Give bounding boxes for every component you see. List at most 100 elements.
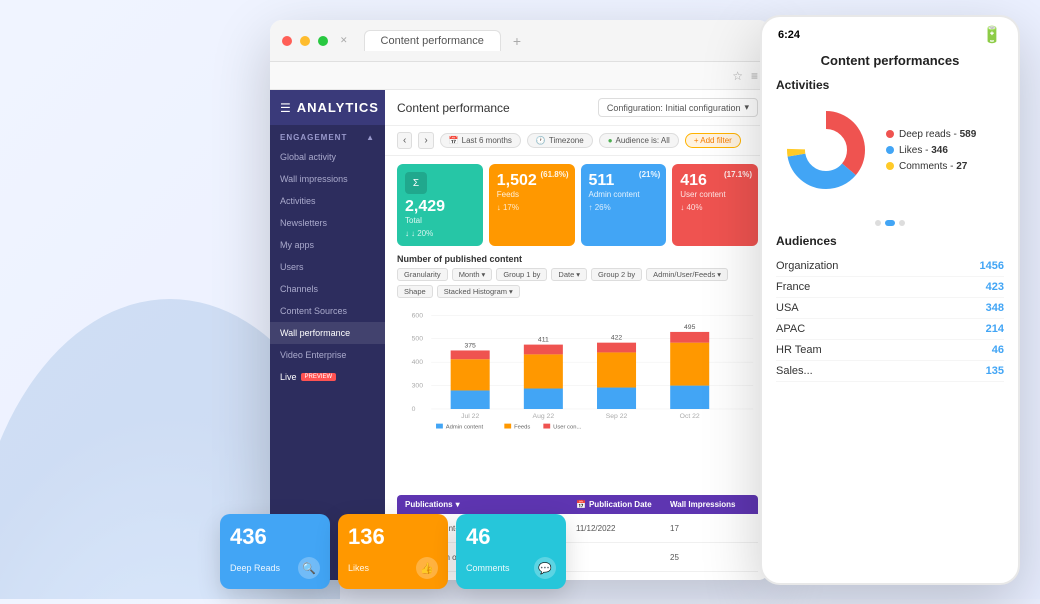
sidebar-item-newsletters[interactable]: Newsletters <box>270 212 385 234</box>
mobile-pagination <box>762 212 1018 234</box>
config-label: Configuration: Initial configuration <box>607 103 741 113</box>
config-badge[interactable]: Configuration: Initial configuration ▾ <box>598 98 758 117</box>
sidebar: ☰ Analytics ENGAGEMENT ▲ Global activity… <box>270 90 385 580</box>
calendar-icon: 📅 <box>449 136 459 145</box>
svg-text:Feeds: Feeds <box>514 425 530 431</box>
sidebar-item-my-apps[interactable]: My apps <box>270 234 385 256</box>
sidebar-item-live[interactable]: Live PREVIEW <box>270 366 385 388</box>
stat-sub-user: ↓ 40% <box>680 203 750 212</box>
sidebar-item-content-sources[interactable]: Content Sources <box>270 300 385 322</box>
deep-reads-dot <box>886 130 894 138</box>
audience-filter[interactable]: ● Audience is: All <box>599 133 679 148</box>
clock-icon: 🕐 <box>536 136 546 145</box>
audience-row-hr-team: HR Team 46 <box>776 340 1004 361</box>
mobile-activities-section: Activities Deep reads - 589 Likes <box>762 78 1018 200</box>
minimize-dot[interactable] <box>300 36 310 46</box>
td-impressions: 17 <box>670 524 750 533</box>
mobile-audiences-section: Audiences Organization 1456 France 423 U… <box>762 234 1018 382</box>
svg-text:600: 600 <box>412 312 424 319</box>
sidebar-header: ☰ Analytics <box>270 90 385 125</box>
menu-icon[interactable]: ≡ <box>751 69 758 83</box>
sidebar-item-wall-impressions[interactable]: Wall impressions <box>270 168 385 190</box>
sidebar-item-activities[interactable]: Activities <box>270 190 385 212</box>
th-publications: Publications ▾ <box>405 500 572 509</box>
donut-container: Deep reads - 589 Likes - 346 Comments - … <box>776 100 1004 200</box>
sidebar-item-video-enterprise[interactable]: Video Enterprise <box>270 344 385 366</box>
main-content: Content performance Configuration: Initi… <box>385 90 770 580</box>
table-header: Publications ▾ 📅 Publication Date Wall I… <box>397 495 758 514</box>
legend-comments: Comments - 27 <box>886 161 976 172</box>
last6months-filter[interactable]: 📅 Last 6 months <box>440 133 521 148</box>
audience-row-org: Organization 1456 <box>776 256 1004 277</box>
browser-chrome: ✕ Content performance + <box>270 20 770 62</box>
maximize-dot[interactable] <box>318 36 328 46</box>
stacked-ctrl[interactable]: Stacked Histogram ▾ <box>437 285 520 298</box>
shape-ctrl[interactable]: Shape <box>397 285 433 298</box>
granularity-ctrl[interactable]: Granularity <box>397 268 448 281</box>
group1-ctrl[interactable]: Group 1 by <box>496 268 547 281</box>
sidebar-item-users[interactable]: Users <box>270 256 385 278</box>
bottom-card-footer-deep-reads: Deep Reads 🔍 <box>230 557 320 579</box>
chart-controls: Granularity Month ▾ Group 1 by Date ▾ Gr <box>397 268 758 298</box>
likes-dot <box>886 146 894 154</box>
sidebar-item-global-activity[interactable]: Global activity <box>270 146 385 168</box>
app-layout: ☰ Analytics ENGAGEMENT ▲ Global activity… <box>270 90 770 580</box>
td-pub-date: 11/12/2022 <box>576 524 666 533</box>
admin-ctrl[interactable]: Admin/User/Feeds ▾ <box>646 268 728 281</box>
deep-reads-value: 436 <box>230 524 320 550</box>
page-title: Content performance <box>397 101 510 115</box>
svg-text:300: 300 <box>412 383 424 390</box>
preview-badge: PREVIEW <box>301 373 337 381</box>
tab-close-icon[interactable]: ✕ <box>340 35 348 46</box>
likes-icon: 👍 <box>416 557 438 579</box>
svg-text:411: 411 <box>538 337 549 344</box>
battery-icon: 🔋 <box>982 25 1002 45</box>
page-dot-3[interactable] <box>899 220 905 226</box>
sidebar-item-wall-performance[interactable]: Wall performance <box>270 322 385 344</box>
chart-area: 600 500 400 300 0 <box>397 304 758 434</box>
chart-section: Number of published content Granularity … <box>385 254 770 495</box>
audience-row-usa: USA 348 <box>776 298 1004 319</box>
likes-label: Likes <box>348 563 369 573</box>
chart-title: Number of published content <box>397 254 758 264</box>
sidebar-item-channels[interactable]: Channels <box>270 278 385 300</box>
legend-deep-reads: Deep reads - 589 <box>886 129 976 140</box>
month-ctrl[interactable]: Month ▾ <box>452 268 493 281</box>
sigma-icon: Σ <box>405 172 427 194</box>
bottom-card-footer-comments: Comments 💬 <box>466 557 556 579</box>
tab-label: Content performance <box>381 35 484 47</box>
timezone-filter[interactable]: 🕐 Timezone <box>527 133 593 148</box>
comments-value: 46 <box>466 524 556 550</box>
stat-card-feeds: (61.8%) 1,502 Feeds ↓ 17% <box>489 164 575 246</box>
page-dot-1[interactable] <box>875 220 881 226</box>
browser-tab[interactable]: Content performance <box>364 30 501 51</box>
browser-toolbar: ☆ ≡ <box>270 62 770 90</box>
add-filter-button[interactable]: + Add filter <box>685 133 741 148</box>
nav-prev-button[interactable]: ‹ <box>397 132 412 149</box>
stat-sub-feeds: ↓ 17% <box>497 203 567 212</box>
stat-card-user: (17.1%) 416 User content ↓ 40% <box>672 164 758 246</box>
svg-text:0: 0 <box>412 406 416 413</box>
comments-label: Comments <box>466 563 510 573</box>
sidebar-section-engagement: ENGAGEMENT ▲ <box>270 125 385 146</box>
group2-ctrl[interactable]: Group 2 by <box>591 268 642 281</box>
dot-icon: ● <box>608 136 613 145</box>
legend-likes: Likes - 346 <box>886 145 976 156</box>
bar-chart-svg: 600 500 400 300 0 <box>397 304 758 434</box>
star-icon[interactable]: ☆ <box>732 69 743 83</box>
nav-next-button[interactable]: › <box>418 132 433 149</box>
donut-chart <box>776 100 876 200</box>
svg-text:Sep 22: Sep 22 <box>606 413 628 420</box>
hamburger-icon[interactable]: ☰ <box>280 101 291 115</box>
donut-legend: Deep reads - 589 Likes - 346 Comments - … <box>886 129 976 172</box>
stat-sub-total: ↓ ↓ 20% <box>405 229 475 238</box>
main-header: Content performance Configuration: Initi… <box>385 90 770 126</box>
date-ctrl[interactable]: Date ▾ <box>551 268 587 281</box>
close-dot[interactable] <box>282 36 292 46</box>
page-dot-2[interactable] <box>885 220 895 226</box>
svg-text:495: 495 <box>684 324 696 331</box>
sidebar-title: Analytics <box>297 100 379 115</box>
deep-reads-icon: 🔍 <box>298 557 320 579</box>
new-tab-icon[interactable]: + <box>513 33 521 49</box>
th-pub-date: 📅 Publication Date <box>576 500 666 509</box>
